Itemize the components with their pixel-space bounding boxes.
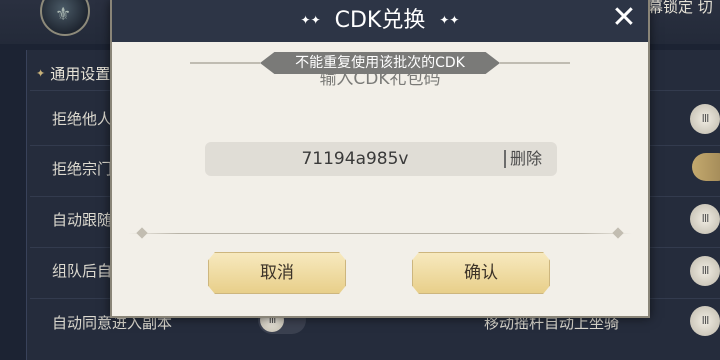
- background-top-right-text: 幕锁定 切: [648, 0, 713, 16]
- dialog-title: CDK兑换: [334, 8, 426, 33]
- confirm-button[interactable]: 确认: [412, 252, 550, 294]
- close-icon: ✕: [611, 0, 637, 35]
- cancel-button[interactable]: 取消: [208, 252, 346, 294]
- setting-toggle-4[interactable]: III: [690, 256, 720, 286]
- divider-diamond-icon: [612, 227, 624, 239]
- dialog-header: ✦✦ CDK兑换 ✦✦ ✕: [112, 0, 648, 42]
- cdk-redeem-dialog: ✦✦CDK兑换✦✦ ✕ 输入CDK礼包码 不能重复使用该批次的CDK 删除 取消…: [110, 0, 650, 318]
- setting-row-label-4: 组队后自: [52, 262, 113, 280]
- setting-toggle-5[interactable]: III: [690, 306, 720, 336]
- setting-toggle-3[interactable]: III: [690, 204, 720, 234]
- divider-diamond-icon: [136, 227, 148, 239]
- settings-section-title: ✦ 通用设置: [36, 63, 110, 84]
- setting-toggle-2-on[interactable]: [692, 153, 720, 181]
- cdk-input-container: 删除: [205, 142, 557, 176]
- warning-banner: 不能重复使用该批次的CDK: [260, 52, 500, 74]
- sparkle-icon: ✦✦: [439, 13, 460, 27]
- setting-row-label-1: 拒绝他人: [52, 110, 113, 128]
- input-cursor-separator: [504, 150, 506, 168]
- section-star-icon: ✦: [36, 67, 46, 80]
- dialog-divider: [128, 233, 632, 234]
- setting-toggle-1[interactable]: III: [690, 104, 720, 134]
- sparkle-icon: ✦✦: [300, 13, 321, 27]
- delete-button[interactable]: 删除: [510, 142, 542, 176]
- banner-wing-right: [500, 62, 570, 64]
- avatar-emblem-icon: ⚜: [55, 4, 72, 25]
- cdk-code-input[interactable]: [205, 142, 505, 176]
- section-title-text: 通用设置: [50, 65, 111, 83]
- setting-row-label-2: 拒绝宗门: [52, 160, 113, 178]
- setting-row-label-3: 自动跟随: [52, 211, 113, 229]
- banner-wing-left: [190, 62, 260, 64]
- close-button[interactable]: ✕: [608, 2, 640, 34]
- dialog-title-wrap: ✦✦ CDK兑换 ✦✦: [112, 2, 648, 34]
